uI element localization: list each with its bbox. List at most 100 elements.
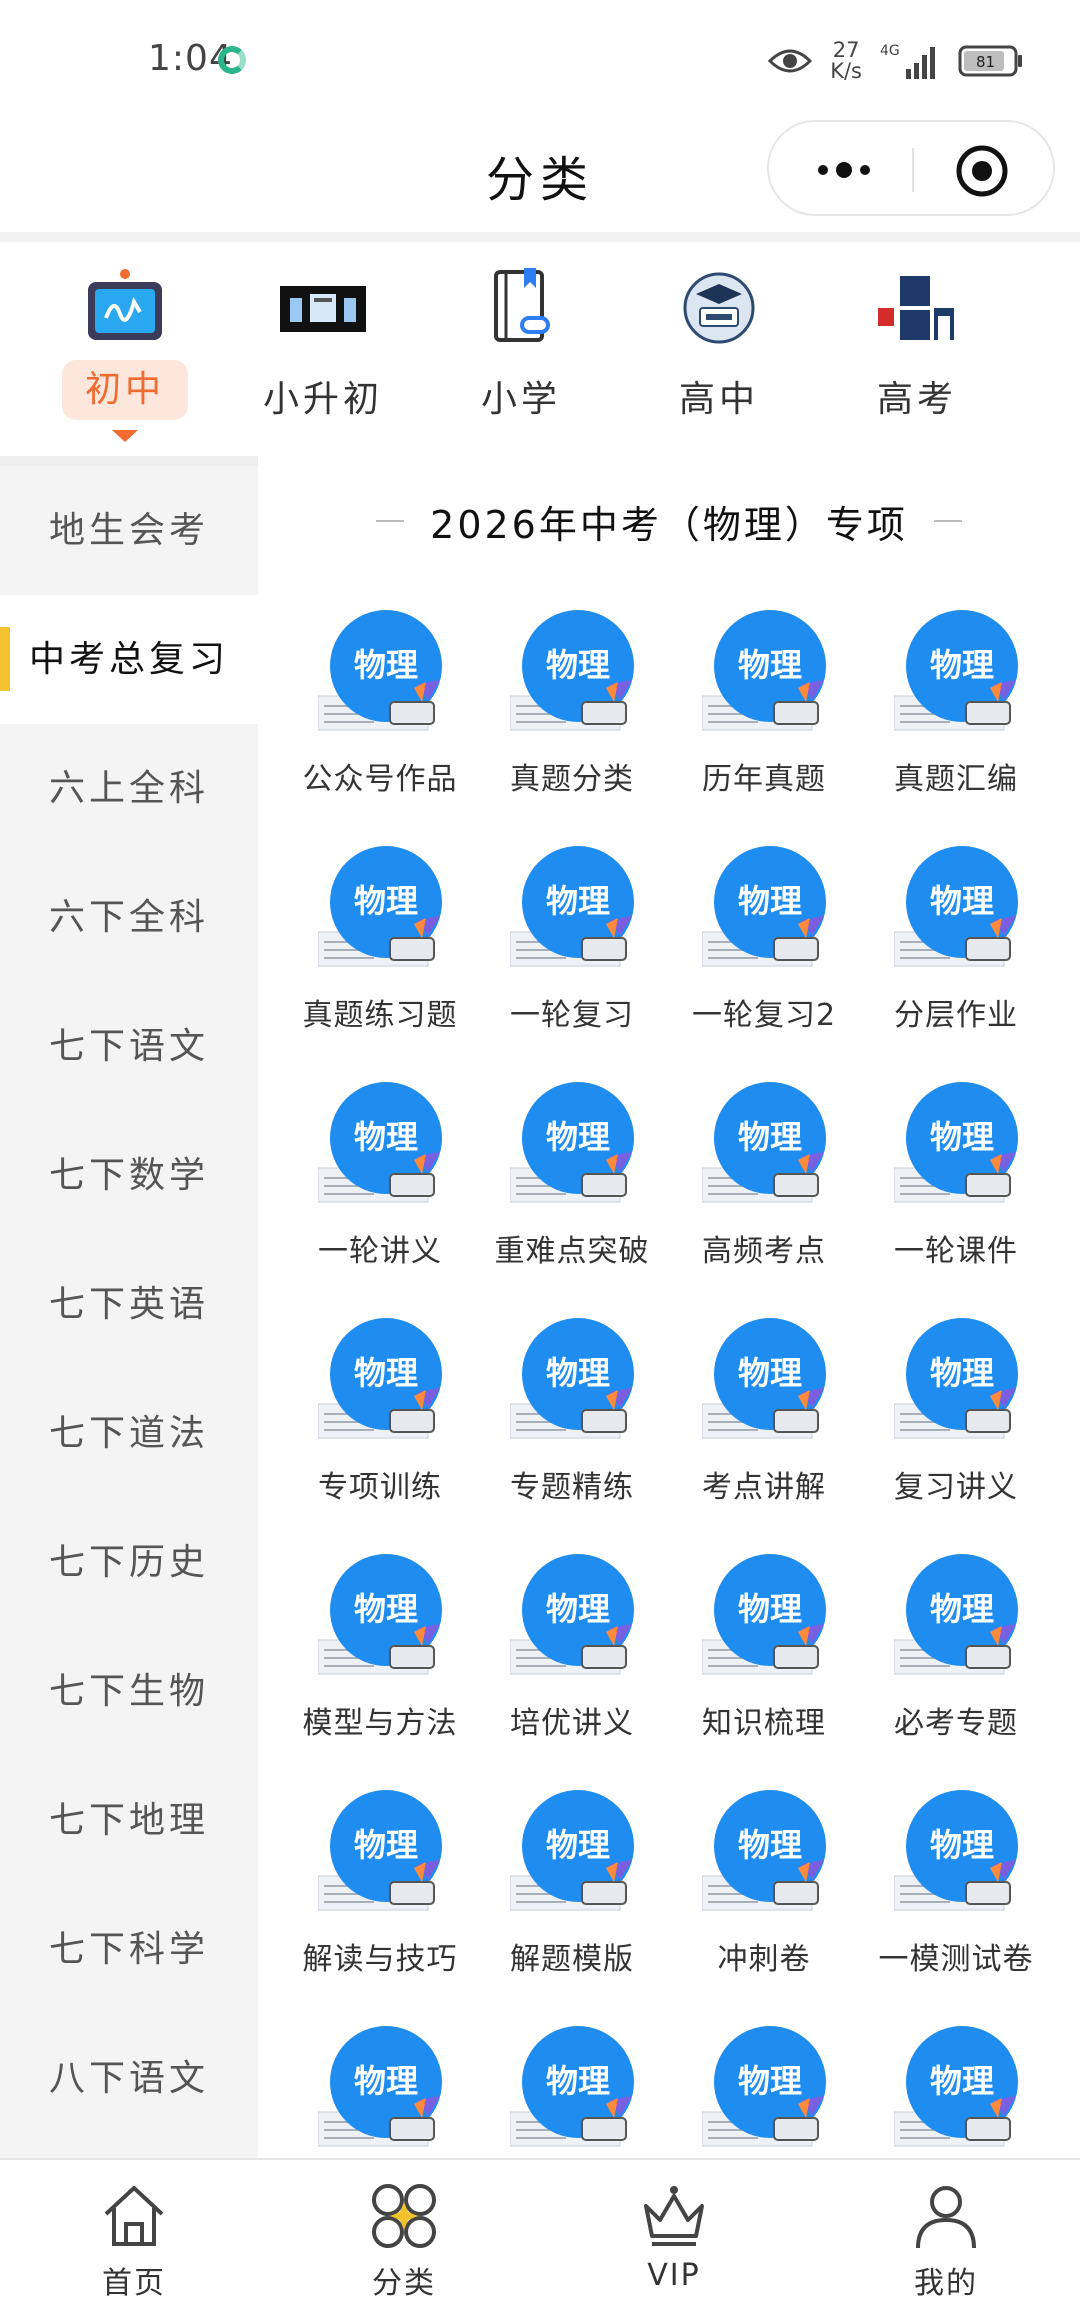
- grid-item[interactable]: 物理 解读与技巧: [284, 1790, 476, 2020]
- more-icon[interactable]: [809, 152, 879, 188]
- category-tab-senior-high[interactable]: 高中: [634, 268, 804, 458]
- grid-item[interactable]: 物理必考专题: [860, 1554, 1052, 1784]
- grid-item[interactable]: 物理 冲刺卷: [668, 1790, 860, 2020]
- grid-item[interactable]: 物理真题练习题: [284, 846, 476, 1076]
- category-tab-primary-to-junior[interactable]: 小升初: [238, 268, 408, 458]
- physics-icon: 物理: [510, 2026, 634, 2147]
- grid-item[interactable]: 物理 考点讲解: [668, 1318, 860, 1548]
- sidebar-item-label: 六上全科: [48, 768, 209, 809]
- sidebar-item-label: 七下道法: [48, 1413, 209, 1454]
- grid-item[interactable]: 物理: [860, 2026, 1052, 2158]
- sidebar-item[interactable]: 七下语文: [0, 982, 258, 1111]
- grid-item[interactable]: 物理 公众号作品: [284, 610, 476, 840]
- physics-icon: 物理: [702, 846, 826, 967]
- grid-item[interactable]: 物理: [284, 2026, 476, 2158]
- category-tab-gaokao[interactable]: 高考: [832, 268, 1002, 458]
- physics-icon: 物理: [318, 610, 442, 731]
- crown-icon: [644, 2186, 704, 2246]
- grid-item[interactable]: 物理 培优讲义: [476, 1554, 668, 1784]
- tab-label: 分类: [372, 2266, 436, 2301]
- grid-item[interactable]: 物理 知识梳理: [668, 1554, 860, 1784]
- sidebar-item[interactable]: 七下道法: [0, 1369, 258, 1498]
- physics-icon: 物理: [318, 1318, 442, 1439]
- battery-icon: 81: [958, 45, 1022, 77]
- gaokao-badge-icon: [878, 276, 954, 340]
- physics-icon: 物理: [510, 1318, 634, 1439]
- sidebar-item[interactable]: 六下全科: [0, 853, 258, 982]
- category-tab-primary[interactable]: 小学: [436, 268, 606, 458]
- grid-item-label: 解读与技巧: [302, 1942, 458, 1977]
- grid-item[interactable]: 物理 一轮复习: [476, 846, 668, 1076]
- sidebar-item-label: 七下数学: [48, 1155, 209, 1196]
- sidebar-item[interactable]: 地生会考: [0, 466, 258, 595]
- grid-item-label: 冲刺卷: [717, 1942, 811, 1977]
- tab-category[interactable]: 分类: [324, 2180, 484, 2301]
- sidebar-item[interactable]: 七下地理: [0, 1756, 258, 1885]
- grid-item[interactable]: 物理 专题精练: [476, 1318, 668, 1548]
- category-label: 小学: [480, 379, 561, 420]
- sidebar-item[interactable]: 八下语文: [0, 2014, 258, 2143]
- grid-item-label: 考点讲解: [702, 1470, 826, 1505]
- grid-item-label: 真题分类: [510, 762, 634, 797]
- tab-bar: 首页 分类 VIP 我的: [0, 2158, 1080, 2310]
- physics-icon: 物理: [894, 1082, 1018, 1203]
- physics-icon: 物理: [894, 1790, 1018, 1911]
- heading-divider: [376, 520, 405, 522]
- category-label: 高考: [876, 379, 957, 420]
- section-title: 2026年中考（物理）专项: [430, 502, 908, 547]
- sidebar-item-label: 七下地理: [48, 1800, 209, 1841]
- eye-icon: [768, 49, 813, 73]
- icon-text: 物理: [546, 1590, 610, 1628]
- icon-text: 物理: [930, 882, 994, 920]
- grid-item[interactable]: 物理 一轮复习2: [668, 846, 860, 1076]
- icon-text: 物理: [738, 1118, 802, 1156]
- sidebar-item-active[interactable]: 中考总复习: [0, 595, 258, 724]
- sidebar-item[interactable]: 六上全科: [0, 724, 258, 853]
- grid-item-label: 专项训练: [318, 1470, 442, 1505]
- grid-item-label: 必考专题: [894, 1706, 1018, 1741]
- tab-home[interactable]: 首页: [54, 2180, 214, 2301]
- grid-item-label: 重难点突破: [494, 1234, 650, 1269]
- sidebar-item[interactable]: 七下历史: [0, 1498, 258, 1627]
- icon-text: 物理: [354, 882, 418, 920]
- grid-item[interactable]: 物理: [668, 2026, 860, 2158]
- physics-icon: 物理: [510, 610, 634, 731]
- sidebar-item[interactable]: 七下数学: [0, 1111, 258, 1240]
- sidebar-item[interactable]: 七下生物: [0, 1627, 258, 1756]
- app-sync-icon: [218, 46, 246, 74]
- icon-text: 物理: [354, 646, 418, 684]
- grid-item[interactable]: 物理 一轮课件: [860, 1082, 1052, 1312]
- category-tab-junior-high[interactable]: 初中: [40, 268, 210, 458]
- physics-icon: 物理: [894, 610, 1018, 731]
- sidebar: 地生会考 中考总复习 六上全科 六下全科 七下语文 七下数学 七下英语 七下道法…: [0, 456, 258, 2158]
- close-target-icon[interactable]: [955, 144, 1009, 198]
- sidebar-item[interactable]: 七下科学: [0, 1885, 258, 2014]
- grid-item[interactable]: 物理 历年真题: [668, 610, 860, 840]
- grid-item[interactable]: 物理: [476, 2026, 668, 2158]
- sidebar-item-label: 七下生物: [48, 1671, 209, 1712]
- tab-vip[interactable]: VIP: [594, 2180, 754, 2300]
- grid-item[interactable]: 物理 复习讲义: [860, 1318, 1052, 1548]
- grid-item[interactable]: 物理 高频考点: [668, 1082, 860, 1312]
- icon-text: 物理: [546, 2062, 610, 2100]
- grid-item-label: 一轮讲义: [318, 1234, 442, 1269]
- grid-item[interactable]: 物理 专项训练: [284, 1318, 476, 1548]
- grid-item[interactable]: 物理 模型与方法: [284, 1554, 476, 1784]
- grid-item-label: 真题练习题: [302, 998, 458, 1033]
- sidebar-item[interactable]: 七下英语: [0, 1240, 258, 1369]
- icon-text: 物理: [930, 1590, 994, 1628]
- grid-item[interactable]: 物理 真题分类: [476, 610, 668, 840]
- user-icon: [916, 2186, 976, 2249]
- grid-item[interactable]: 物理 一轮讲义: [284, 1082, 476, 1312]
- network-type: 4G: [880, 43, 900, 59]
- tab-profile[interactable]: 我的: [866, 2180, 1026, 2301]
- grid-item-label: 一轮课件: [894, 1234, 1018, 1269]
- grid-item[interactable]: 物理 分层作业: [860, 846, 1052, 1076]
- grid-item[interactable]: 物理 解题模版: [476, 1790, 668, 2020]
- battery-level: 81: [976, 53, 995, 71]
- grid-item[interactable]: 物理 一模测试卷: [860, 1790, 1052, 2020]
- icon-text: 物理: [738, 1590, 802, 1628]
- grid-item[interactable]: 物理 重难点突破: [476, 1082, 668, 1312]
- physics-icon: 物理: [510, 846, 634, 967]
- grid-item[interactable]: 物理 真题汇编: [860, 610, 1052, 840]
